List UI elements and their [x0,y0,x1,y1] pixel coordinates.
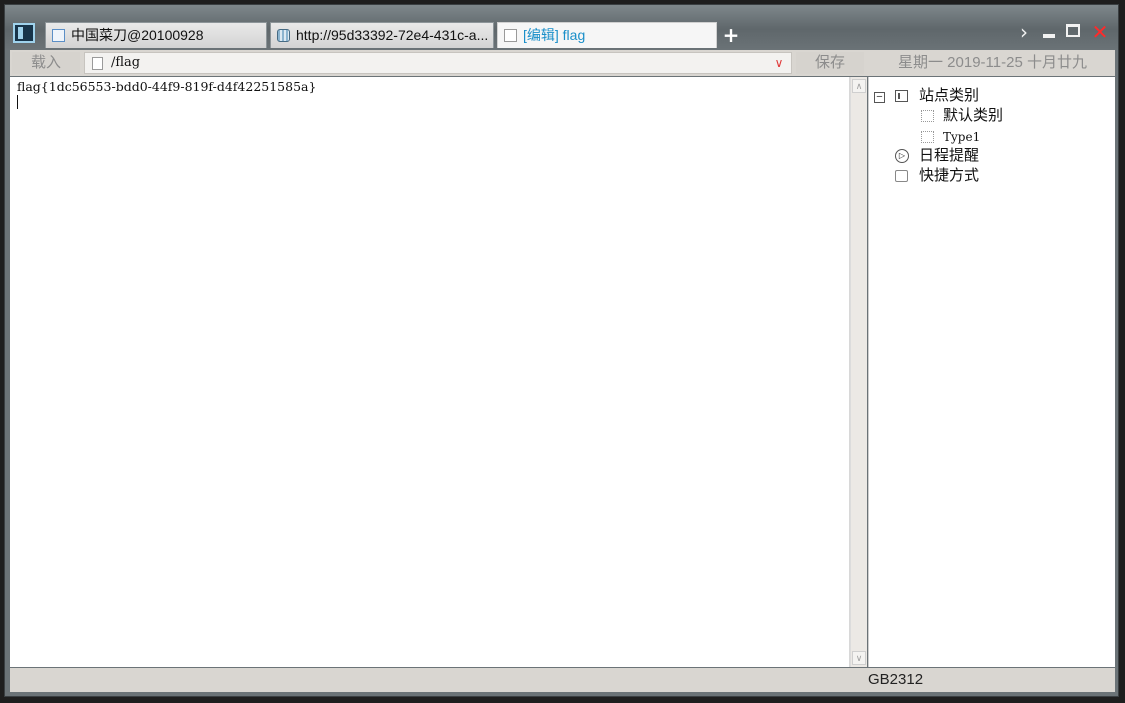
clock-icon: ▷ [895,149,909,163]
editor-toolbar: 载入 /flag ∨ 保存 星期一 2019-11-25 十月廿九 [10,50,1115,76]
file-icon [504,29,517,42]
tree-item-label: 默认类别 [943,107,1004,124]
tree-item-label: 日程提醒 [919,147,980,164]
tree-item-label: Type1 [943,130,981,144]
status-bar: GB2312 [10,668,1115,692]
folder-icon [921,131,934,143]
encoding-label[interactable]: GB2312 [868,668,923,692]
editor-scrollbar[interactable]: ∧ ∨ [850,77,867,667]
app-window: 中国菜刀@20100928 http://95d33392-72e4-431c-… [4,4,1119,697]
save-button[interactable]: 保存 [796,52,864,74]
tab-main[interactable]: 中国菜刀@20100928 [45,22,267,48]
tree-item-label: 站点类别 [919,87,980,104]
close-icon[interactable]: ✕ [1089,21,1111,43]
new-tab-button[interactable]: + [721,25,741,45]
folder-icon [921,110,934,122]
database-icon [277,29,290,42]
tree-item-type1[interactable]: Type1 [869,127,1109,147]
minimize-icon[interactable] [1039,21,1059,43]
site-tree: − 站点类别 默认类别 Type1 ▷ 日程提醒 快捷方式 [868,77,1115,667]
load-button[interactable]: 载入 [12,52,80,74]
app-menu-icon[interactable] [13,23,35,43]
scroll-up-icon[interactable]: ∧ [852,79,866,93]
tree-item-site-category[interactable]: − 站点类别 [869,86,1109,106]
tree-item-shortcuts[interactable]: 快捷方式 [869,166,1109,186]
next-tab-icon[interactable]: › [1015,21,1033,43]
path-value: /flag [111,55,141,70]
scroll-down-icon[interactable]: ∨ [852,651,866,665]
date-display: 星期一 2019-11-25 十月廿九 [898,54,1087,71]
tab-main-label: 中国菜刀@20100928 [71,27,204,43]
window-icon [895,90,908,102]
title-tab-bar: 中国菜刀@20100928 http://95d33392-72e4-431c-… [5,5,1118,49]
tab-site[interactable]: http://95d33392-72e4-431c-a... [270,22,494,48]
tab-site-label: http://95d33392-72e4-431c-a... [296,27,489,43]
collapse-icon[interactable]: − [874,92,885,103]
tree-item-label: 快捷方式 [919,167,980,184]
hand-icon [895,170,908,182]
text-caret [17,95,18,109]
maximize-icon[interactable] [1063,21,1083,43]
text-editor[interactable]: flag{1dc56553-bdd0-44f9-819f-d4f42251585… [10,77,850,667]
chevron-down-icon[interactable]: ∨ [771,53,787,73]
path-input[interactable]: /flag ∨ [84,52,792,74]
tab-edit-flag-label: [编辑] flag [523,27,586,43]
tree-item-schedule[interactable]: ▷ 日程提醒 [869,146,1109,166]
window-icon [52,29,65,42]
editor-content: flag{1dc56553-bdd0-44f9-819f-d4f42251585… [17,79,317,94]
tab-edit-flag[interactable]: [编辑] flag [497,22,717,48]
tree-item-default-category[interactable]: 默认类别 [869,106,1109,126]
file-icon [92,57,103,70]
